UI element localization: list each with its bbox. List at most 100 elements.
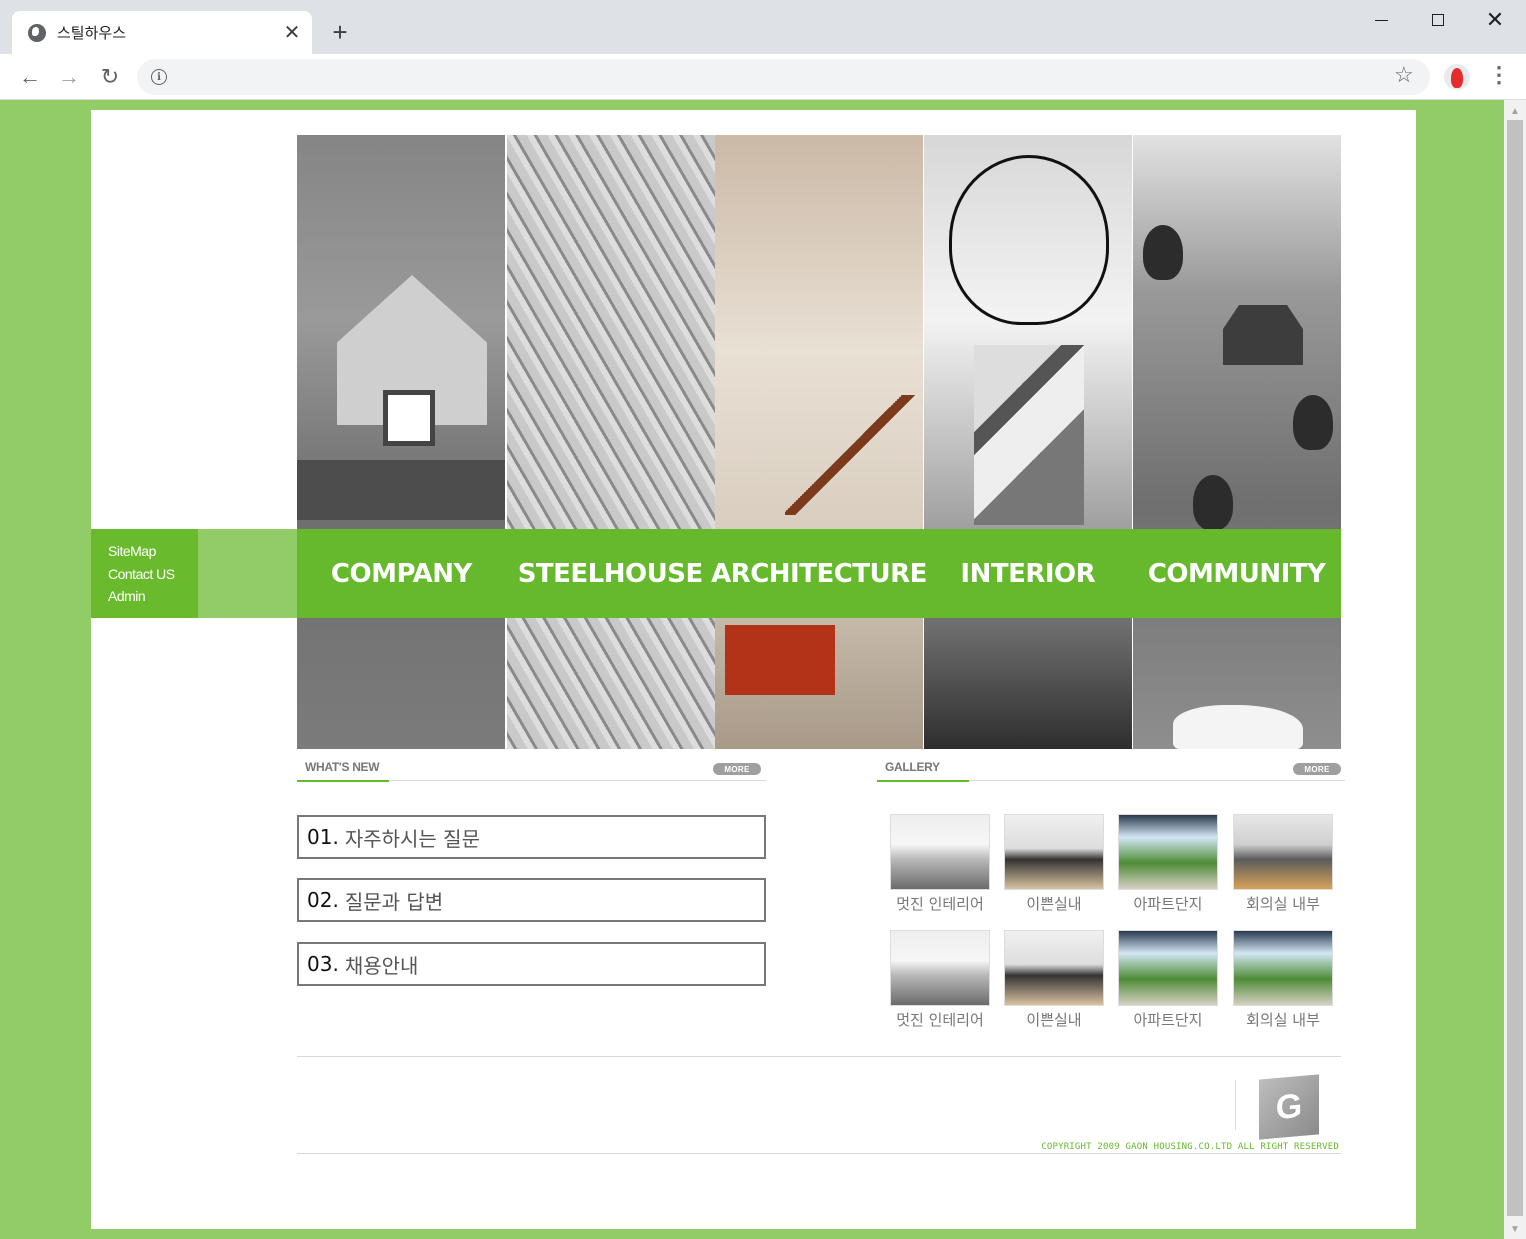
minimize-icon xyxy=(1374,19,1388,21)
gallery-caption: 회의실 내부 xyxy=(1246,1011,1320,1029)
logo-separator xyxy=(1235,1080,1236,1130)
gallery-item[interactable]: 이쁜실내 xyxy=(1004,814,1104,914)
house-window xyxy=(383,390,435,446)
gallery-thumbnail[interactable] xyxy=(890,814,990,890)
corridor-shape xyxy=(974,345,1084,525)
page-viewport: SiteMap Contact US Admin COMPANY STEELHO… xyxy=(0,100,1504,1239)
copyright-text: COPYRIGHT 2009 GAON HOUSING.CO.LTD ALL R… xyxy=(1041,1142,1339,1152)
url-input[interactable] xyxy=(179,59,1379,95)
gallery-caption: 이쁜실내 xyxy=(1026,895,1082,913)
minimize-button[interactable] xyxy=(1358,6,1404,34)
hero-image-chandelier xyxy=(924,135,1132,749)
footer-divider xyxy=(297,1153,1341,1154)
chandelier-shape xyxy=(949,155,1109,325)
scroll-thumb[interactable] xyxy=(1507,120,1523,1216)
gallery-caption: 아파트단지 xyxy=(1133,1011,1203,1029)
main-nav: COMPANY STEELHOUSE ARCHITECTURE INTERIOR… xyxy=(297,529,1341,618)
scroll-up-icon[interactable]: ▲ xyxy=(1510,106,1520,117)
whats-new-title: WHAT'S NEW xyxy=(305,760,380,774)
news-number: 02. xyxy=(307,888,339,912)
news-text: 질문과 답변 xyxy=(344,889,444,914)
page-container: SiteMap Contact US Admin COMPANY STEELHO… xyxy=(91,110,1416,1229)
window-close-button[interactable]: ✕ xyxy=(1472,6,1518,34)
tree-shape xyxy=(1293,395,1333,450)
nav-community[interactable]: COMMUNITY xyxy=(1132,529,1341,618)
star-icon[interactable]: ☆ xyxy=(1394,62,1414,88)
gallery-thumbnail[interactable] xyxy=(1004,930,1104,1006)
news-number: 01. xyxy=(307,825,339,849)
news-number: 03. xyxy=(307,952,339,976)
nav-interior[interactable]: INTERIOR xyxy=(923,529,1132,618)
porch-roof xyxy=(297,460,505,520)
gallery-item[interactable]: 아파트단지 xyxy=(1118,814,1218,914)
gallery-item[interactable]: 멋진 인테리어 xyxy=(890,930,990,1030)
gallery-item[interactable]: 회의실 내부 xyxy=(1233,814,1333,914)
maximize-icon xyxy=(1432,14,1444,26)
browser-toolbar: ← → ↻ i xyxy=(0,54,1526,100)
gallery-more-button[interactable]: MORE xyxy=(1293,763,1341,775)
contact-link[interactable]: Contact US xyxy=(108,563,198,586)
gallery-item[interactable]: 이쁜실내 xyxy=(1004,930,1104,1030)
hero-image-steel-frame xyxy=(507,135,715,749)
gallery-caption: 멋진 인테리어 xyxy=(896,1011,984,1029)
vertical-scrollbar[interactable]: ▲ ▼ xyxy=(1504,100,1526,1239)
plus-icon[interactable]: + xyxy=(326,18,354,46)
gallery-thumbnail[interactable] xyxy=(1004,814,1104,890)
scroll-down-icon[interactable]: ▼ xyxy=(1510,1224,1520,1235)
browser-titlebar: 스틸하우스 ✕ + ✕ xyxy=(0,0,1526,54)
news-item[interactable]: 01. 자주하시는 질문 xyxy=(297,815,766,859)
forward-icon[interactable]: → xyxy=(53,61,85,93)
info-icon[interactable]: i xyxy=(151,69,167,85)
gallery-title: GALLERY xyxy=(885,760,940,774)
nav-architecture[interactable]: ARCHITECTURE xyxy=(711,529,927,618)
news-item[interactable]: 02. 질문과 답변 xyxy=(297,878,766,922)
avatar[interactable] xyxy=(1444,64,1470,90)
tree-shape xyxy=(1143,225,1183,280)
close-icon[interactable]: ✕ xyxy=(280,21,304,45)
car-shape xyxy=(1173,705,1303,749)
gallery-thumbnail[interactable] xyxy=(1233,930,1333,1006)
company-logo: G xyxy=(1259,1074,1319,1140)
pavilion-shape xyxy=(1223,305,1303,365)
tree-shape xyxy=(1193,475,1233,530)
gallery-caption: 이쁜실내 xyxy=(1026,1011,1082,1029)
nav-company[interactable]: COMPANY xyxy=(297,529,506,618)
nav-steelhouse[interactable]: STEELHOUSE xyxy=(506,529,715,618)
gallery-header: GALLERY MORE xyxy=(877,757,1345,782)
back-icon[interactable]: ← xyxy=(14,61,46,93)
tab-title: 스틸하우스 xyxy=(57,24,127,42)
menu-icon[interactable]: ⋮ xyxy=(1488,62,1510,88)
section-underline xyxy=(297,780,389,782)
admin-link[interactable]: Admin xyxy=(108,585,198,608)
maximize-button[interactable] xyxy=(1415,6,1461,34)
gallery-item[interactable]: 아파트단지 xyxy=(1118,930,1218,1030)
news-item[interactable]: 03. 채용안내 xyxy=(297,942,766,986)
utility-links: SiteMap Contact US Admin xyxy=(91,529,198,618)
red-sofa xyxy=(725,625,835,695)
reload-icon[interactable]: ↻ xyxy=(94,61,126,93)
stair-rail xyxy=(785,395,923,515)
footer-divider xyxy=(297,1056,1341,1057)
gallery-caption: 회의실 내부 xyxy=(1246,895,1320,913)
gallery-item[interactable]: 회의실 내부 xyxy=(1233,930,1333,1030)
hero-image-park xyxy=(1133,135,1341,749)
gallery-thumbnail[interactable] xyxy=(1118,814,1218,890)
hero-image-house xyxy=(297,135,505,749)
whats-new-more-button[interactable]: MORE xyxy=(713,763,761,775)
hero-image-stairway xyxy=(715,135,923,749)
browser-tab[interactable]: 스틸하우스 ✕ xyxy=(12,11,312,54)
gallery-thumbnail[interactable] xyxy=(890,930,990,1006)
section-underline xyxy=(877,780,969,782)
gallery-caption: 아파트단지 xyxy=(1133,895,1203,913)
gallery-caption: 멋진 인테리어 xyxy=(896,895,984,913)
gallery-thumbnail[interactable] xyxy=(1233,814,1333,890)
gallery-thumbnail[interactable] xyxy=(1118,930,1218,1006)
sitemap-link[interactable]: SiteMap xyxy=(108,540,198,563)
globe-icon xyxy=(28,23,46,42)
news-text: 자주하시는 질문 xyxy=(344,826,480,851)
address-bar[interactable]: i xyxy=(137,59,1430,95)
nav-spacer xyxy=(198,529,297,618)
news-text: 채용안내 xyxy=(344,953,419,978)
gallery-item[interactable]: 멋진 인테리어 xyxy=(890,814,990,914)
whats-new-header: WHAT'S NEW MORE xyxy=(297,757,766,782)
